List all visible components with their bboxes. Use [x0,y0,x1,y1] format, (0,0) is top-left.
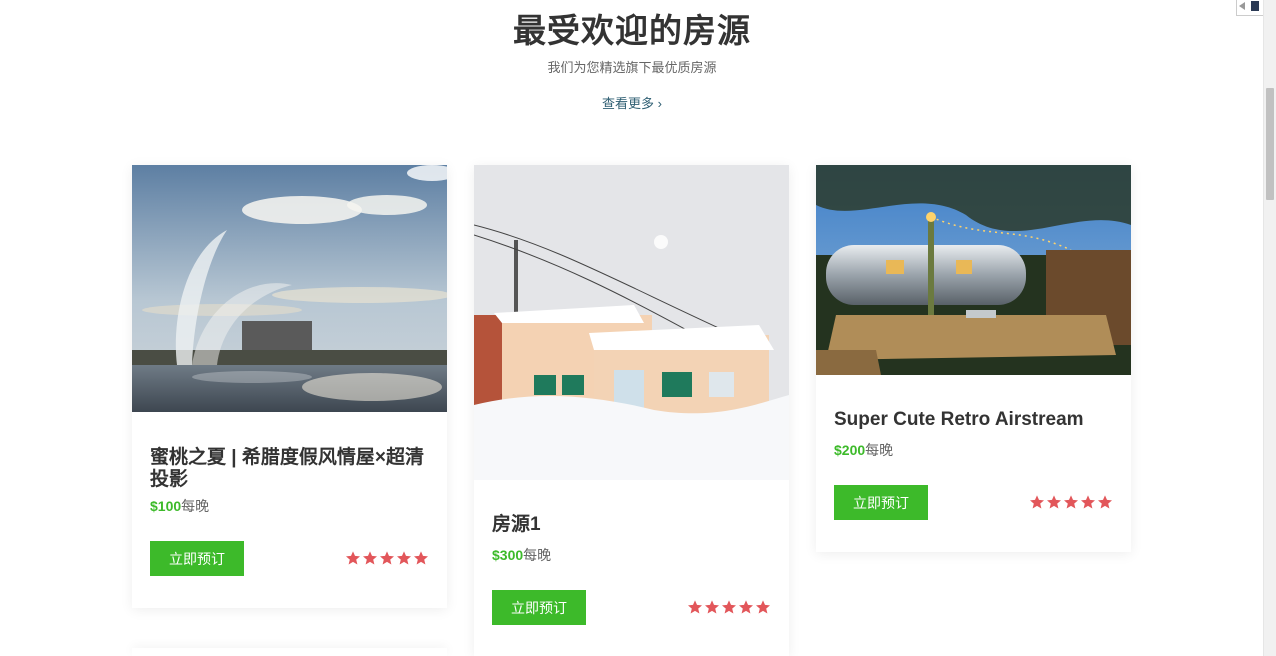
book-now-button-3[interactable]: 立即预订 [834,485,928,520]
book-now-button-1[interactable]: 立即预订 [150,541,244,576]
widget-icon [1251,1,1259,11]
star-icon [1047,495,1061,509]
star-icon [756,600,770,614]
star-icon [722,600,736,614]
arrow-left-icon [1239,2,1245,10]
star-icon [688,600,702,614]
star-icon [363,551,377,565]
star-icon [397,551,411,565]
listing-card-1[interactable]: 蜜桃之夏 | 希腊度假风情屋×超清投影 $100每晚 立即预订 [132,165,447,608]
star-icon [346,551,360,565]
book-now-button-2[interactable]: 立即预订 [492,590,586,625]
rating-stars-2 [687,599,771,619]
listing-card-3[interactable]: Super Cute Retro Airstream $200每晚 立即预订 [816,165,1131,552]
next-row-card-edge [132,648,447,656]
rating-stars-1 [345,550,429,570]
listing-card-2[interactable]: 房源1 $300每晚 立即预订 [474,165,789,656]
star-icon [1064,495,1078,509]
star-icon [1030,495,1044,509]
rating-stars-3 [1029,494,1113,514]
price-value: $300 [492,547,524,563]
price-value: $200 [834,442,866,458]
corner-widget[interactable] [1236,0,1264,16]
price-value: $100 [150,498,182,514]
star-icon [1098,495,1112,509]
star-icon [1081,495,1095,509]
price-unit: 每晚 [865,442,894,458]
page-scrollbar[interactable] [1263,0,1276,656]
listing-photo-1[interactable] [132,165,447,412]
price-unit: 每晚 [523,547,552,563]
listing-price-1: $100每晚 [150,496,209,516]
price-unit: 每晚 [181,498,210,514]
star-icon [705,600,719,614]
star-icon [414,551,428,565]
star-icon [739,600,753,614]
section-title: 最受欢迎的房源 [513,12,751,49]
listing-title-1[interactable]: 蜜桃之夏 | 希腊度假风情屋×超清投影 [150,447,432,491]
listing-title-3[interactable]: Super Cute Retro Airstream [834,409,1116,431]
view-more-link[interactable]: 查看更多 › [0,93,1264,112]
listing-photo-2[interactable] [474,165,789,480]
listing-title-2[interactable]: 房源1 [492,514,774,536]
listing-photo-3[interactable] [816,165,1131,375]
listing-price-2: $300每晚 [492,545,551,565]
listing-price-3: $200每晚 [834,440,893,460]
star-icon [380,551,394,565]
scrollbar-thumb[interactable] [1266,88,1274,200]
section-subtitle: 我们为您精选旗下最优质房源 [547,60,717,75]
